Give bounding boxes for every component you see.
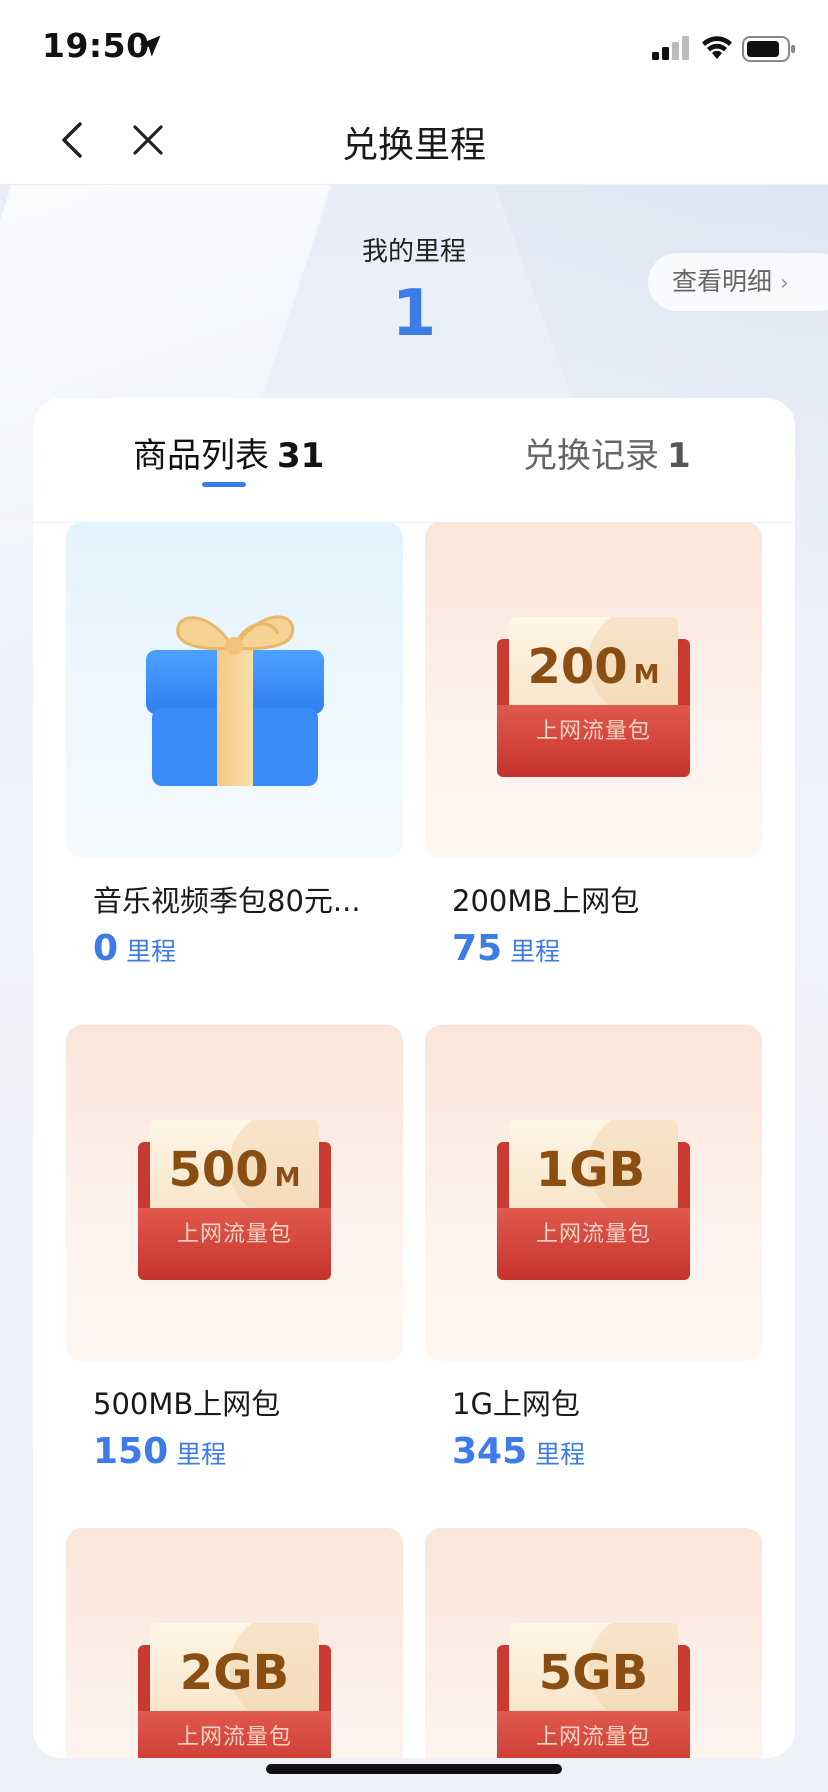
- tab-label: 兑换记录: [523, 436, 659, 476]
- gift-box-icon: [146, 615, 324, 786]
- product-image: 2GB 上网流量包: [66, 1528, 403, 1758]
- package-label: 上网流量包: [176, 1725, 292, 1750]
- product-item[interactable]: 音乐视频季包80元... 0 里程: [66, 522, 403, 969]
- package-size: 2GB: [179, 1645, 290, 1701]
- price-value: 345: [452, 1431, 528, 1472]
- tab-exchange-records[interactable]: 兑换记录 1: [523, 428, 691, 477]
- home-indicator[interactable]: [266, 1764, 562, 1774]
- product-image: 500 M 上网流量包: [66, 1025, 403, 1361]
- battery-icon: [742, 36, 796, 66]
- status-time: 19:50: [42, 26, 150, 65]
- price-unit: 里程: [535, 1440, 586, 1469]
- package-label: 上网流量包: [535, 1725, 651, 1750]
- cellular-signal-icon: [652, 36, 690, 64]
- product-name: 500MB上网包: [93, 1387, 281, 1421]
- product-name: 1G上网包: [452, 1387, 580, 1421]
- price-value: 0: [93, 928, 119, 969]
- page-title: 兑换里程: [341, 125, 486, 166]
- data-package-envelope-icon: 5GB 上网流量包: [497, 1623, 690, 1758]
- product-image: 1GB 上网流量包: [425, 1025, 762, 1361]
- view-details-label: 查看明细: [672, 267, 773, 296]
- data-package-envelope-icon: 2GB 上网流量包: [138, 1623, 331, 1758]
- view-details-button[interactable]: 查看明细 ›: [648, 253, 828, 311]
- status-bar: 19:50: [0, 0, 828, 96]
- tab-count: 31: [277, 436, 325, 476]
- product-name: 200MB上网包: [452, 884, 640, 918]
- product-price: 75 里程: [452, 928, 560, 969]
- chevron-right-icon: ›: [780, 271, 789, 296]
- data-package-envelope-icon: 500 M 上网流量包: [138, 1120, 331, 1280]
- package-label: 上网流量包: [535, 719, 651, 744]
- product-item[interactable]: 5GB 上网流量包: [425, 1528, 762, 1758]
- price-value: 150: [93, 1431, 169, 1472]
- package-label: 上网流量包: [535, 1222, 651, 1247]
- tab-bar: 商品列表 31 兑换记录 1: [33, 398, 795, 523]
- tab-label: 商品列表: [133, 436, 269, 476]
- product-price: 150 里程: [93, 1431, 226, 1472]
- product-price: 0 里程: [93, 928, 176, 969]
- data-package-envelope-icon: 200 M 上网流量包: [497, 617, 690, 777]
- price-unit: 里程: [510, 937, 561, 966]
- package-size: 5GB: [538, 1645, 649, 1701]
- product-image: [66, 522, 403, 858]
- package-size: 200 M: [527, 639, 660, 695]
- price-unit: 里程: [176, 1440, 227, 1469]
- tab-product-list[interactable]: 商品列表 31: [133, 428, 324, 477]
- product-card: 商品列表 31 兑换记录 1 音乐视频季包80元... 0 里程 200 M 上…: [33, 398, 795, 1758]
- wifi-icon: [700, 33, 734, 65]
- product-item[interactable]: 200 M 上网流量包 200MB上网包 75 里程: [425, 522, 762, 969]
- data-package-envelope-icon: 1GB 上网流量包: [497, 1120, 690, 1280]
- product-image: 5GB 上网流量包: [425, 1528, 762, 1758]
- price-unit: 里程: [126, 937, 177, 966]
- product-item[interactable]: 500 M 上网流量包 500MB上网包 150 里程: [66, 1025, 403, 1472]
- tab-count: 1: [667, 436, 691, 476]
- active-tab-indicator: [202, 482, 246, 487]
- price-value: 75: [452, 928, 503, 969]
- product-item[interactable]: 2GB 上网流量包: [66, 1528, 403, 1758]
- product-item[interactable]: 1GB 上网流量包 1G上网包 345 里程: [425, 1025, 762, 1472]
- package-label: 上网流量包: [176, 1222, 292, 1247]
- product-name: 音乐视频季包80元...: [93, 884, 361, 918]
- nav-bar: 兑换里程: [0, 96, 828, 185]
- location-arrow-icon: [136, 32, 164, 64]
- product-image: 200 M 上网流量包: [425, 522, 762, 858]
- package-size: 500 M: [168, 1142, 301, 1198]
- product-price: 345 里程: [452, 1431, 585, 1472]
- package-size: 1GB: [535, 1142, 646, 1198]
